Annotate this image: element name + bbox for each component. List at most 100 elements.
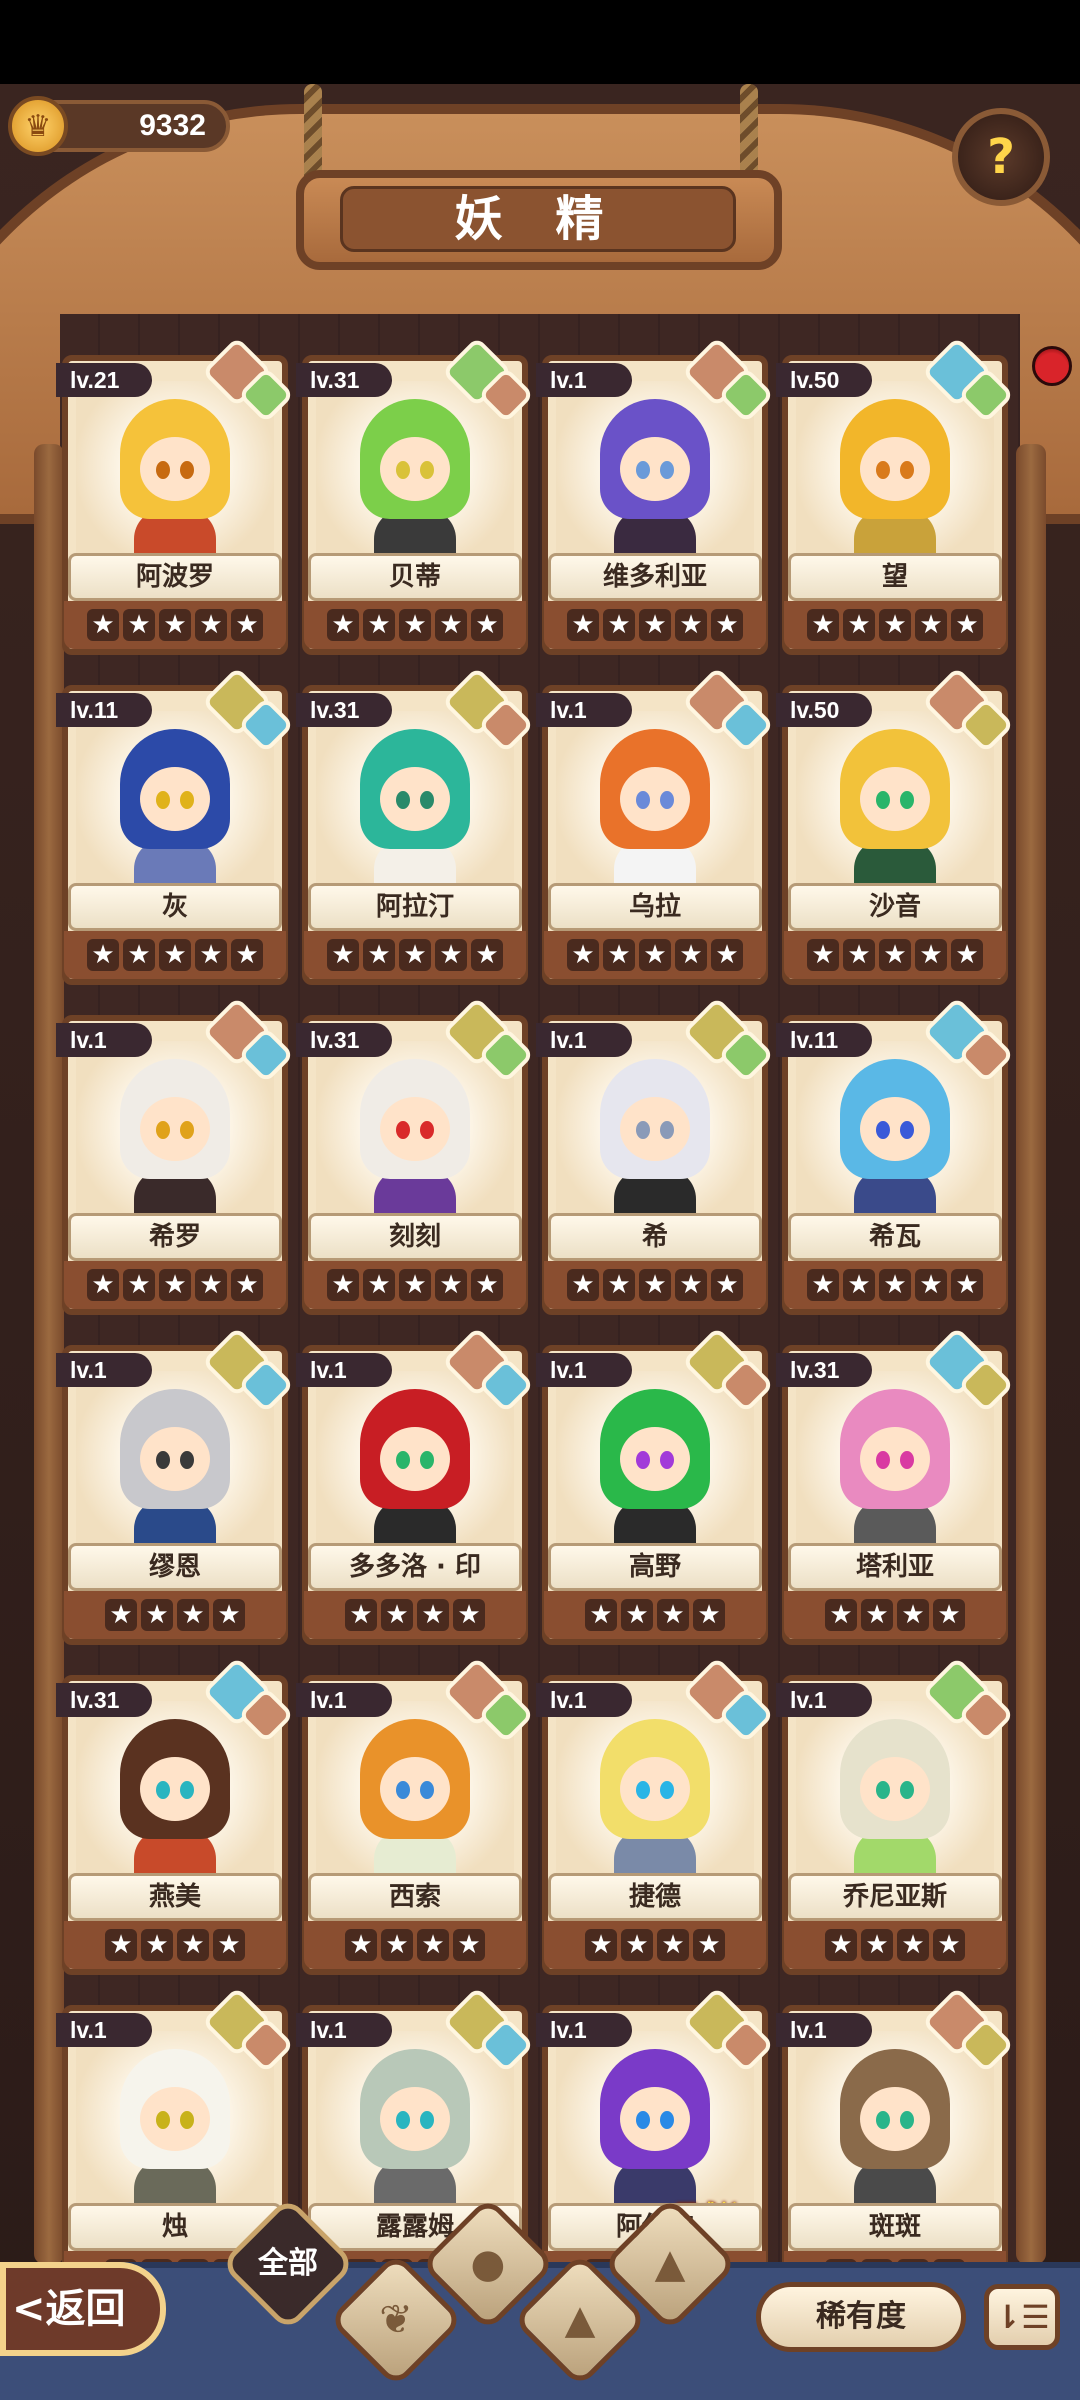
star-icon: ★ [603, 1269, 635, 1301]
fairy-portrait [120, 729, 230, 899]
level-badge: lv.1 [536, 2013, 632, 2047]
ladybug-icon[interactable] [1032, 346, 1072, 386]
star-icon: ★ [675, 939, 707, 971]
fairy-card[interactable]: lv.1 乌拉 ★ ★ ★ ★ ★ [536, 666, 775, 985]
fairy-portrait [840, 1389, 950, 1559]
fairy-card[interactable]: lv.1斑斑★★★★ [776, 1986, 1015, 2305]
fairy-name: 希罗 [68, 1213, 282, 1261]
star-icon: ★ [915, 609, 947, 641]
star-icon: ★ [195, 609, 227, 641]
fairy-card[interactable]: lv.11 希瓦 ★ ★ ★ ★ ★ [776, 996, 1015, 1315]
star-icon: ★ [195, 939, 227, 971]
fairy-portrait-area [556, 1371, 754, 1561]
fairy-portrait [120, 1719, 230, 1889]
star-icon: ★ [711, 609, 743, 641]
star-icon: ★ [951, 609, 983, 641]
level-badge: lv.1 [536, 1023, 632, 1057]
fairy-card[interactable]: lv.1 乔尼亚斯 ★ ★ ★ ★ [776, 1656, 1015, 1975]
fairy-name: 燕美 [68, 1873, 282, 1921]
star-icon: ★ [177, 1599, 209, 1631]
star-icon: ★ [141, 1929, 173, 1961]
star-icon: ★ [603, 609, 635, 641]
fairy-card[interactable]: lv.21 阿波罗 ★ ★ ★ ★ ★ [56, 336, 295, 655]
star-icon: ★ [399, 939, 431, 971]
star-icon: ★ [195, 1269, 227, 1301]
fairy-name: 缪恩 [68, 1543, 282, 1591]
fairy-portrait-area [316, 2031, 514, 2221]
star-rating: ★ ★ ★ ★ ★ [304, 931, 526, 979]
star-rating: ★★★★ [544, 1591, 766, 1639]
fairy-card[interactable]: lv.31 刻刻 ★ ★ ★ ★ ★ [296, 996, 535, 1315]
star-icon: ★ [621, 1929, 653, 1961]
star-icon: ★ [621, 1599, 653, 1631]
star-icon: ★ [345, 1599, 377, 1631]
fairy-card[interactable]: lv.1 希罗 ★ ★ ★ ★ ★ [56, 996, 295, 1315]
fairy-card[interactable]: lv.1 缪恩 ★ ★ ★ ★ [56, 1326, 295, 1645]
star-rating: ★ ★ ★ ★ ★ [64, 931, 286, 979]
fairy-name: 塔利亚 [788, 1543, 1002, 1591]
sort-order-button[interactable]: ⇂☰ [984, 2284, 1060, 2350]
level-badge: lv.1 [56, 1023, 152, 1057]
star-icon: ★ [471, 939, 503, 971]
fairy-portrait [600, 399, 710, 569]
star-rating: ★★★★ [304, 1921, 526, 1969]
fairy-portrait [360, 1719, 470, 1889]
fairy-card[interactable]: lv.31 燕美 ★ ★ ★ ★ [56, 1656, 295, 1975]
star-icon: ★ [345, 1929, 377, 1961]
fairy-card[interactable]: lv.11 灰 ★ ★ ★ ★ ★ [56, 666, 295, 985]
star-icon: ★ [159, 939, 191, 971]
star-icon: ★ [933, 1929, 965, 1961]
water-drop-icon: ● [470, 2241, 506, 2287]
level-badge: lv.1 [296, 1353, 392, 1387]
star-icon: ★ [675, 609, 707, 641]
fairy-card[interactable]: lv.31 塔利亚 ★ ★ ★ ★ [776, 1326, 1015, 1645]
rarity-sort-button[interactable]: 稀有度 [756, 2282, 966, 2352]
level-badge: lv.31 [296, 363, 392, 397]
star-icon: ★ [657, 1599, 689, 1631]
fairy-portrait-area [316, 1371, 514, 1561]
fairy-name: 贝蒂 [308, 553, 522, 601]
help-button[interactable]: ? [952, 108, 1050, 206]
star-icon: ★ [711, 939, 743, 971]
fairy-portrait [840, 1059, 950, 1229]
fairy-name: 西索 [308, 1873, 522, 1921]
fairy-portrait-area [76, 2031, 274, 2221]
fairy-portrait [600, 2049, 710, 2219]
fairy-portrait-area [556, 381, 754, 571]
star-icon: ★ [825, 1599, 857, 1631]
fairy-portrait-area: 可成长 [556, 2031, 754, 2221]
fairy-card[interactable]: lv.31 阿拉汀 ★ ★ ★ ★ ★ [296, 666, 535, 985]
star-icon: ★ [213, 1599, 245, 1631]
fairy-card[interactable]: lv.1 多多洛 · 印 ★ ★ ★ ★ [296, 1326, 535, 1645]
level-badge: lv.50 [776, 693, 872, 727]
star-rating: ★ ★ ★ ★ ★ [64, 601, 286, 649]
fairy-card[interactable]: lv.1 维多利亚 ★ ★ ★ ★ ★ [536, 336, 775, 655]
fairy-portrait [360, 729, 470, 899]
fairy-name: 乌拉 [548, 883, 762, 931]
fairy-portrait-area [796, 381, 994, 571]
level-badge: lv.1 [536, 1353, 632, 1387]
fairy-name: 希 [548, 1213, 762, 1261]
fairy-portrait-area [76, 1371, 274, 1561]
star-rating: ★ ★ ★ ★ ★ [544, 931, 766, 979]
star-icon: ★ [231, 939, 263, 971]
fairy-portrait-area [316, 381, 514, 571]
back-button[interactable]: <返回 [0, 2262, 166, 2356]
sort-icon: ⇂☰ [994, 2298, 1050, 2336]
fairy-card[interactable]: lv.50 望 ★ ★ ★ ★ ★ [776, 336, 1015, 655]
star-icon: ★ [567, 939, 599, 971]
fairy-card[interactable]: lv.1 西索 ★ ★ ★ ★ [296, 1656, 535, 1975]
star-icon: ★ [87, 939, 119, 971]
fairy-card[interactable]: lv.1 捷德 ★ ★ ★ ★ [536, 1656, 775, 1975]
star-icon: ★ [123, 939, 155, 971]
star-icon: ★ [951, 939, 983, 971]
fairy-card[interactable]: lv.31 贝蒂 ★ ★ ★ ★ ★ [296, 336, 535, 655]
fairy-card[interactable]: lv.50 沙音 ★ ★ ★ ★ ★ [776, 666, 1015, 985]
fairy-name: 望 [788, 553, 1002, 601]
fairy-card[interactable]: lv.1 希 ★ ★ ★ ★ ★ [536, 996, 775, 1315]
fairy-portrait [600, 1389, 710, 1559]
star-icon: ★ [879, 609, 911, 641]
fairy-name: 沙音 [788, 883, 1002, 931]
fairy-card[interactable]: lv.1 高野 ★ ★ ★ ★ [536, 1326, 775, 1645]
star-icon: ★ [231, 1269, 263, 1301]
